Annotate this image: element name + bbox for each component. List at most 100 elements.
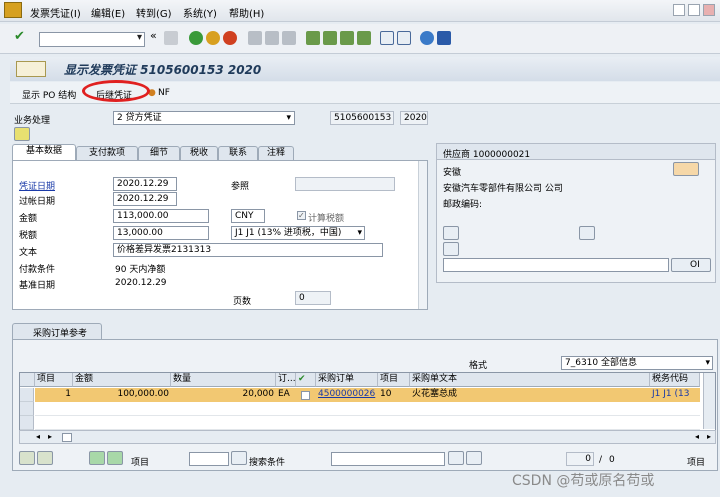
tab-strip: 基本数据 支付款项 细节 税收 联系 注释 [12, 144, 428, 160]
column-header-po[interactable]: 采购订单 [316, 373, 378, 387]
cell-po-number[interactable]: 4500000026 [316, 388, 378, 402]
column-header-quantity[interactable]: 数量 [171, 373, 276, 387]
layout-select[interactable]: 7_6310 全部信息 ▾ [561, 356, 713, 370]
tab-contact[interactable]: 联系 [218, 146, 258, 160]
tax-amount-field[interactable]: 13,000.00 [113, 226, 209, 240]
back-icon[interactable] [189, 31, 203, 45]
tab-basic-data[interactable]: 基本数据 [12, 144, 76, 160]
print-icon[interactable] [248, 31, 262, 45]
menu-edit[interactable]: 编辑(E) [91, 5, 125, 20]
find-icon[interactable] [448, 451, 464, 465]
find-next-icon[interactable] [466, 451, 482, 465]
calc-tax-checkbox[interactable]: ✓ [297, 211, 306, 220]
sort-ascending-icon[interactable] [89, 451, 105, 465]
minimize-icon[interactable] [673, 4, 685, 16]
amount-field[interactable]: 113,000.00 [113, 209, 209, 223]
tab-details[interactable]: 细节 [138, 146, 180, 160]
document-overview-icon[interactable] [16, 61, 46, 77]
last-page-icon[interactable] [357, 31, 371, 45]
scroll-right-icon[interactable]: ▸ [707, 432, 711, 441]
column-header-tax-code[interactable]: 税务代码 [650, 373, 700, 387]
exit-icon[interactable] [206, 31, 220, 45]
close-icon[interactable] [703, 4, 715, 16]
shortcut-icon[interactable] [397, 31, 411, 45]
column-header-check[interactable]: ✔ [296, 373, 316, 387]
first-page-icon[interactable] [306, 31, 320, 45]
column-header-po-text[interactable]: 采购单文本 [410, 373, 650, 387]
scroll-thumb[interactable] [62, 433, 72, 442]
select-all-icon[interactable] [19, 451, 35, 465]
column-header-po-item[interactable]: 项目 [378, 373, 410, 387]
enter-icon[interactable]: ✔ [14, 29, 28, 44]
next-page-icon[interactable] [340, 31, 354, 45]
tab-tax[interactable]: 税收 [180, 146, 218, 160]
new-session-icon[interactable] [380, 31, 394, 45]
save-icon[interactable] [164, 31, 178, 45]
cell-checkbox[interactable] [301, 391, 310, 400]
table-horizontal-scrollbar[interactable]: ◂ ▸ ◂ ▸ [19, 430, 716, 444]
text-field[interactable]: 价格差异发票2131313 [113, 243, 383, 257]
cancel-icon[interactable] [223, 31, 237, 45]
cell-quantity[interactable]: 20,000 [171, 388, 276, 402]
collapse-icon[interactable]: « [150, 29, 164, 43]
posting-date-field[interactable]: 2020.12.29 [113, 192, 177, 206]
oi-button[interactable]: OI [671, 258, 711, 272]
column-header-item[interactable]: 项目 [35, 373, 73, 387]
row-selector[interactable] [20, 388, 34, 402]
deselect-all-icon[interactable] [37, 451, 53, 465]
scroll-left-icon[interactable]: ◂ [36, 432, 40, 441]
tab-payment[interactable]: 支付款项 [76, 146, 138, 160]
help-icon[interactable] [420, 31, 434, 45]
scroll-left-icon[interactable]: ◂ [695, 432, 699, 441]
previous-page-icon[interactable] [323, 31, 337, 45]
vendor-bank-field[interactable] [443, 258, 669, 272]
menu-goto[interactable]: 转到(G) [136, 5, 172, 20]
currency-field[interactable]: CNY [231, 209, 265, 223]
chevron-down-icon[interactable]: ▾ [137, 32, 142, 43]
table-toolbar: 项目 搜索条件 0 / 0 项目 [19, 451, 716, 469]
layout-label: 格式 [469, 361, 488, 371]
menu-invoice-document[interactable]: 发票凭证(I) [30, 5, 81, 20]
cell-unit: EA [278, 389, 290, 399]
menu-help[interactable]: 帮助(H) [229, 5, 264, 20]
sap-logo-icon[interactable] [4, 2, 22, 18]
invoice-date-field[interactable]: 2020.12.29 [113, 177, 177, 191]
tax-label: 税额 [19, 231, 38, 241]
row-selector[interactable] [20, 416, 34, 430]
tab-notes[interactable]: 注释 [258, 146, 294, 160]
table-vertical-scrollbar[interactable] [703, 373, 715, 429]
status-icon[interactable] [14, 127, 30, 141]
standard-toolbar: ✔ ▾ « [0, 24, 720, 54]
tax-code-select[interactable]: J1 J1 (13% 进项税，中国) ▾ [231, 226, 365, 240]
table-row[interactable] [35, 402, 700, 416]
vendor-print-icon[interactable] [579, 226, 595, 240]
vendor-detail-icon[interactable] [673, 162, 699, 176]
customize-layout-icon[interactable] [437, 31, 451, 45]
cell-amount[interactable]: 100,000.00 [73, 388, 171, 402]
column-header-amount[interactable]: 金额 [73, 373, 171, 387]
sort-descending-icon[interactable] [107, 451, 123, 465]
row-selector[interactable] [20, 402, 34, 416]
row-selector-header[interactable] [20, 373, 35, 387]
vendor-postal-label: 邮政编码: [443, 200, 483, 210]
search-input[interactable] [331, 452, 445, 466]
command-field[interactable]: ▾ [39, 32, 145, 47]
maximize-icon[interactable] [688, 4, 700, 16]
vendor-list-icon[interactable] [443, 226, 459, 240]
column-header-order-unit[interactable]: 订... [276, 373, 296, 387]
table-row[interactable] [35, 416, 700, 430]
vendor-line-1: 安徽 [443, 168, 462, 178]
scroll-right-icon[interactable]: ▸ [48, 432, 52, 441]
find-next-icon[interactable] [282, 31, 296, 45]
panel-scrollbar[interactable] [418, 161, 427, 309]
menu-system[interactable]: 系统(Y) [183, 5, 217, 20]
go-to-item-icon[interactable] [231, 451, 247, 465]
transaction-select[interactable]: 2 贷方凭证 ▾ [113, 111, 295, 125]
item-input[interactable] [189, 452, 229, 466]
fiscal-year-field: 2020 [400, 111, 428, 125]
tab-po-reference[interactable]: 采购订单参考 [12, 323, 102, 339]
nf-button[interactable]: NF [158, 88, 170, 98]
find-icon[interactable] [265, 31, 279, 45]
show-po-structure-button[interactable]: 显示 PO 结构 [22, 88, 76, 101]
vendor-filter-icon[interactable] [443, 242, 459, 256]
